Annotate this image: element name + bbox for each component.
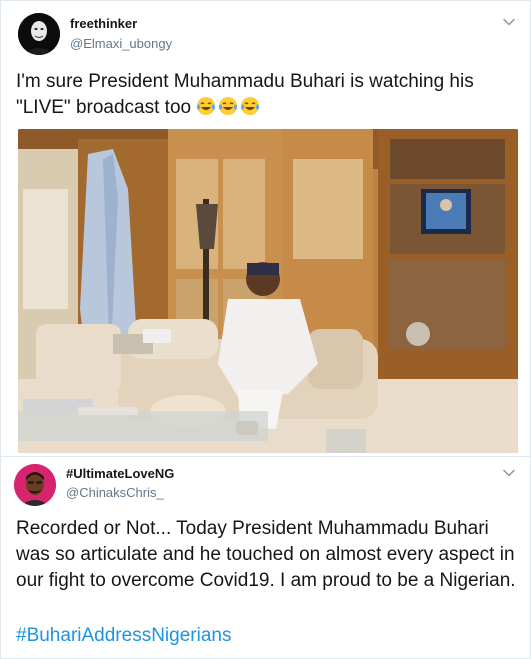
tweet-text: I'm sure President Muhammadu Buhari is w… <box>16 69 516 121</box>
room-photo-image <box>18 129 518 453</box>
display-name[interactable]: #UltimateLoveNG <box>66 466 174 481</box>
user-handle[interactable]: @Elmaxi_ubongy <box>70 36 172 51</box>
user-avatar-image <box>14 464 56 506</box>
tears-of-joy-emoji <box>241 97 260 115</box>
tears-of-joy-emoji <box>219 97 238 115</box>
tweet-card[interactable]: #UltimateLoveNG @ChinaksChris_ Recorded … <box>0 457 531 659</box>
chevron-down-icon[interactable] <box>502 466 516 480</box>
tweet-card[interactable]: freethinker @Elmaxi_ubongy I'm sure Pres… <box>0 0 531 457</box>
avatar[interactable] <box>18 13 60 55</box>
avatar[interactable] <box>14 464 56 506</box>
tweet-photo[interactable] <box>18 129 518 453</box>
tears-of-joy-emoji <box>197 97 216 115</box>
emoji-row <box>196 97 262 118</box>
tweet-text: Recorded or Not... Today President Muham… <box>16 518 516 591</box>
display-name[interactable]: freethinker <box>70 16 137 31</box>
hashtag-link[interactable]: #BuhariAddressNigerians <box>16 625 231 647</box>
chevron-down-icon[interactable] <box>502 15 516 29</box>
masked-figure-avatar-image <box>18 13 60 55</box>
user-handle[interactable]: @ChinaksChris_ <box>66 485 164 500</box>
